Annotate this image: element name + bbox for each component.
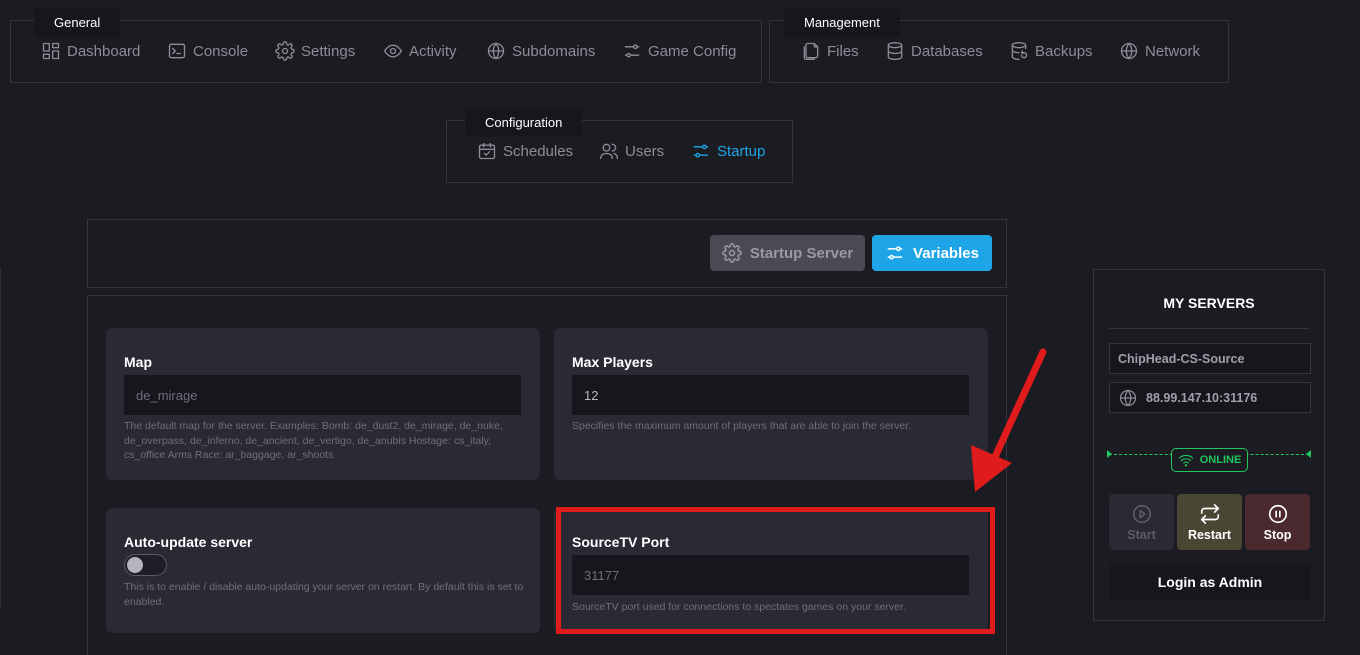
stop-button[interactable]: Stop xyxy=(1245,494,1310,550)
server-name-field[interactable]: ChipHead-CS-Source xyxy=(1109,343,1311,374)
users-icon xyxy=(600,143,618,160)
globe-icon xyxy=(1119,389,1137,406)
variables-button[interactable]: Variables xyxy=(872,235,992,271)
sliders-icon xyxy=(624,44,640,58)
status-line-left-marker xyxy=(1107,450,1112,458)
files-icon xyxy=(803,42,819,60)
login-as-admin-button[interactable]: Login as Admin xyxy=(1109,564,1311,600)
annotation-arrow xyxy=(971,348,1047,492)
nav-item-startup[interactable]: Startup xyxy=(691,141,765,161)
nav-item-databases-label: Databases xyxy=(911,42,983,60)
wifi-icon xyxy=(1178,454,1193,467)
restart-button[interactable]: Restart xyxy=(1177,494,1242,550)
nav-item-game-config[interactable]: Game Config xyxy=(622,41,736,61)
backup-icon xyxy=(1011,42,1028,60)
nav-item-game-config-label: Game Config xyxy=(648,42,737,60)
startup-server-label: Startup Server xyxy=(749,244,854,262)
sliders-icon xyxy=(693,144,709,158)
restart-label: Restart xyxy=(1187,527,1232,542)
dashboard-icon xyxy=(42,42,60,60)
variable-card-max-players: Max Players 12 Specifies the maximum amo… xyxy=(554,328,988,480)
nav-group-general-title: General xyxy=(34,9,121,37)
nav-item-backups-label: Backups xyxy=(1035,42,1093,60)
sliders-icon xyxy=(887,246,903,260)
repeat-icon xyxy=(1200,503,1219,524)
nav-item-users[interactable]: Users xyxy=(599,141,664,161)
nav-item-backups[interactable]: Backups xyxy=(1009,41,1093,61)
stop-label: Stop xyxy=(1263,527,1292,542)
auto-update-toggle[interactable] xyxy=(124,554,167,576)
variable-card-map: Map de_mirage The default map for the se… xyxy=(106,328,540,480)
variable-help-map: The default map for the server. Examples… xyxy=(124,420,503,461)
toggle-knob xyxy=(127,557,143,573)
nav-item-startup-label: Startup xyxy=(717,142,766,160)
nav-item-console-label: Console xyxy=(193,42,249,60)
status-badge: ONLINE xyxy=(1171,448,1248,472)
eye-icon xyxy=(384,44,402,58)
nav-item-subdomains-label: Subdomains xyxy=(512,42,596,60)
database-icon xyxy=(887,42,903,60)
startup-toolbar: Startup Server Variables xyxy=(87,219,1007,288)
gear-icon xyxy=(275,41,295,61)
nav-item-activity[interactable]: Activity xyxy=(383,41,457,61)
startup-server-button[interactable]: Startup Server xyxy=(710,235,865,271)
gear-icon xyxy=(721,243,742,263)
variable-card-auto-update: Auto-update server This is to enable / d… xyxy=(106,508,540,633)
status-text: ONLINE xyxy=(1199,454,1242,466)
nav-group-configuration: Configuration Schedules Users Startup xyxy=(446,109,793,183)
calendar-check-icon xyxy=(478,142,496,160)
my-servers-divider xyxy=(1109,328,1309,329)
nav-item-dashboard-label: Dashboard xyxy=(67,42,141,60)
nav-group-management: Management Files Databases Backups Netwo… xyxy=(769,9,1229,83)
nav-item-files-label: Files xyxy=(827,42,859,60)
nav-item-console[interactable]: Console xyxy=(167,41,248,61)
left-edge-divider xyxy=(0,268,1,608)
nav-group-configuration-title: Configuration xyxy=(465,109,583,137)
globe-icon xyxy=(1120,42,1138,60)
server-name: ChipHead-CS-Source xyxy=(1118,351,1245,366)
nav-group-management-title: Management xyxy=(784,9,900,37)
variables-label: Variables xyxy=(913,244,979,262)
variable-help-max-players: Specifies the maximum amount of players … xyxy=(572,420,912,432)
status-line-right-marker xyxy=(1306,450,1311,458)
nav-item-subdomains[interactable]: Subdomains xyxy=(486,41,595,61)
nav-item-activity-label: Activity xyxy=(409,42,457,60)
my-servers-panel: MY SERVERS ChipHead-CS-Source 88.99.147.… xyxy=(1093,269,1325,621)
nav-item-databases[interactable]: Databases xyxy=(885,41,983,61)
play-icon xyxy=(1132,504,1151,523)
pause-icon xyxy=(1268,504,1287,523)
console-icon xyxy=(168,43,186,59)
nav-item-settings[interactable]: Settings xyxy=(275,41,355,61)
server-address: 88.99.147.10:31176 xyxy=(1146,390,1258,405)
variable-help-auto-update: This is to enable / disable auto-updatin… xyxy=(124,581,524,608)
nav-item-dashboard[interactable]: Dashboard xyxy=(41,41,140,61)
variable-label-map: Map xyxy=(124,354,152,370)
nav-item-network[interactable]: Network xyxy=(1119,41,1200,61)
start-label: Start xyxy=(1127,527,1156,542)
nav-item-schedules-label: Schedules xyxy=(503,142,574,160)
my-servers-title: MY SERVERS xyxy=(1163,295,1255,311)
globe-icon xyxy=(487,42,505,60)
nav-group-general: General Dashboard Console Settings Activ… xyxy=(10,9,762,83)
variable-label-auto-update: Auto-update server xyxy=(124,534,253,550)
nav-item-users-label: Users xyxy=(625,142,665,160)
nav-item-files[interactable]: Files xyxy=(801,41,859,61)
annotation-highlight-box xyxy=(556,507,995,634)
nav-item-network-label: Network xyxy=(1145,42,1201,60)
variable-label-max-players: Max Players xyxy=(572,354,653,370)
server-address-field[interactable]: 88.99.147.10:31176 xyxy=(1109,382,1311,413)
start-button[interactable]: Start xyxy=(1109,494,1174,550)
nav-item-settings-label: Settings xyxy=(301,42,356,60)
map-input[interactable]: de_mirage xyxy=(124,375,521,415)
nav-item-schedules[interactable]: Schedules xyxy=(477,141,573,161)
max-players-input[interactable]: 12 xyxy=(572,375,969,415)
